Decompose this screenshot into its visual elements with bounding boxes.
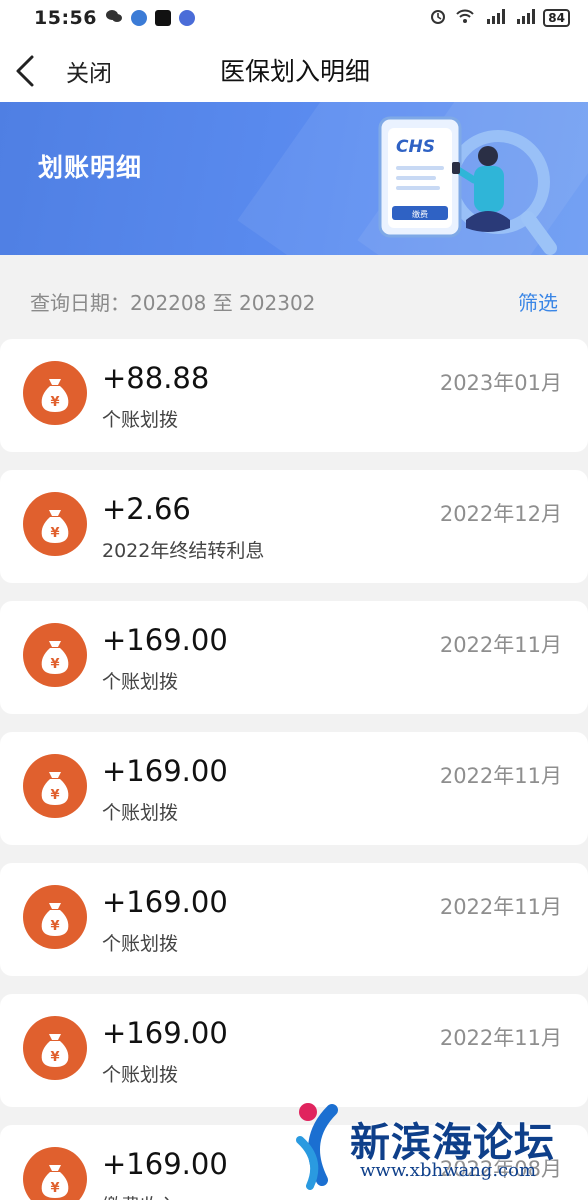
- banner: 划账明细 CHS 缴费: [0, 102, 588, 255]
- app-notification-icon: [130, 10, 147, 26]
- svg-text:¥: ¥: [50, 1181, 59, 1196]
- record-desc: 个账划拨: [102, 802, 179, 824]
- page-title: 医保划入明细: [219, 57, 370, 86]
- record-amount: +88.88: [102, 361, 210, 395]
- svg-text:¥: ¥: [50, 919, 59, 934]
- music-icon: [178, 10, 195, 26]
- nav-bar: 关闭 医保划入明细: [0, 36, 588, 102]
- record-month: 2022年11月: [439, 633, 562, 657]
- record-item[interactable]: ¥ +169.00 个账划拨 2022年11月: [0, 732, 588, 845]
- record-item[interactable]: ¥ +169.00 个账划拨 2022年11月: [0, 994, 588, 1107]
- signal-4g-icon: [483, 7, 506, 29]
- alarm-icon: [429, 7, 447, 30]
- record-month: 2022年11月: [439, 764, 562, 788]
- money-bag-icon: ¥: [23, 361, 87, 425]
- record-amount: +169.00: [102, 1016, 228, 1050]
- svg-text:¥: ¥: [50, 657, 59, 672]
- record-item[interactable]: ¥ +169.00 缴费收入 2022年08月: [0, 1125, 588, 1200]
- wifi-icon: [455, 7, 475, 29]
- money-bag-icon: ¥: [23, 1147, 87, 1200]
- query-date-range: 查询日期：202208 至 202302: [30, 291, 316, 315]
- record-amount: +169.00: [102, 623, 228, 657]
- record-month: 2023年01月: [439, 371, 562, 395]
- baidu-icon: [154, 10, 171, 26]
- filter-button[interactable]: 筛选: [518, 287, 558, 316]
- record-month: 2022年08月: [439, 1157, 562, 1181]
- card-label: CHS: [396, 137, 435, 157]
- battery-icon: 84: [543, 9, 570, 27]
- record-amount: +169.00: [102, 754, 228, 788]
- banner-title: 划账明细: [38, 153, 143, 182]
- record-item[interactable]: ¥ +2.66 2022年终结转利息 2022年12月: [0, 470, 588, 583]
- svg-text:¥: ¥: [50, 395, 59, 410]
- record-desc: 个账划拨: [102, 671, 179, 693]
- record-item[interactable]: ¥ +88.88 个账划拨 2023年01月: [0, 339, 588, 452]
- record-desc: 个账划拨: [102, 1064, 179, 1086]
- record-item[interactable]: ¥ +169.00 个账划拨 2022年11月: [0, 863, 588, 976]
- money-bag-icon: ¥: [23, 1016, 87, 1080]
- svg-text:¥: ¥: [50, 526, 59, 541]
- status-time: 15:56: [34, 7, 97, 29]
- card-button: 缴费: [412, 209, 428, 219]
- record-amount: +169.00: [102, 1147, 228, 1181]
- query-row: 查询日期：202208 至 202302 筛选: [0, 255, 588, 339]
- record-amount: +2.66: [102, 492, 191, 526]
- record-month: 2022年12月: [439, 502, 562, 526]
- status-bar: 15:56 84: [0, 0, 588, 36]
- money-bag-icon: ¥: [23, 623, 87, 687]
- record-month: 2022年11月: [439, 895, 562, 919]
- money-bag-icon: ¥: [23, 492, 87, 556]
- money-bag-icon: ¥: [23, 754, 87, 818]
- svg-text:¥: ¥: [50, 788, 59, 803]
- money-bag-icon: ¥: [23, 885, 87, 949]
- record-amount: +169.00: [102, 885, 228, 919]
- record-month: 2022年11月: [439, 1026, 562, 1050]
- record-desc: 个账划拨: [102, 933, 179, 955]
- record-desc: 2022年终结转利息: [102, 540, 265, 562]
- record-desc: 缴费收入: [102, 1191, 178, 1200]
- record-desc: 个账划拨: [102, 409, 179, 431]
- wechat-icon: [105, 7, 123, 29]
- svg-text:¥: ¥: [50, 1050, 59, 1065]
- signal-5g-icon: [513, 7, 536, 29]
- record-item[interactable]: ¥ +169.00 个账划拨 2022年11月: [0, 601, 588, 714]
- banner-illustration: CHS 缴费: [370, 110, 570, 255]
